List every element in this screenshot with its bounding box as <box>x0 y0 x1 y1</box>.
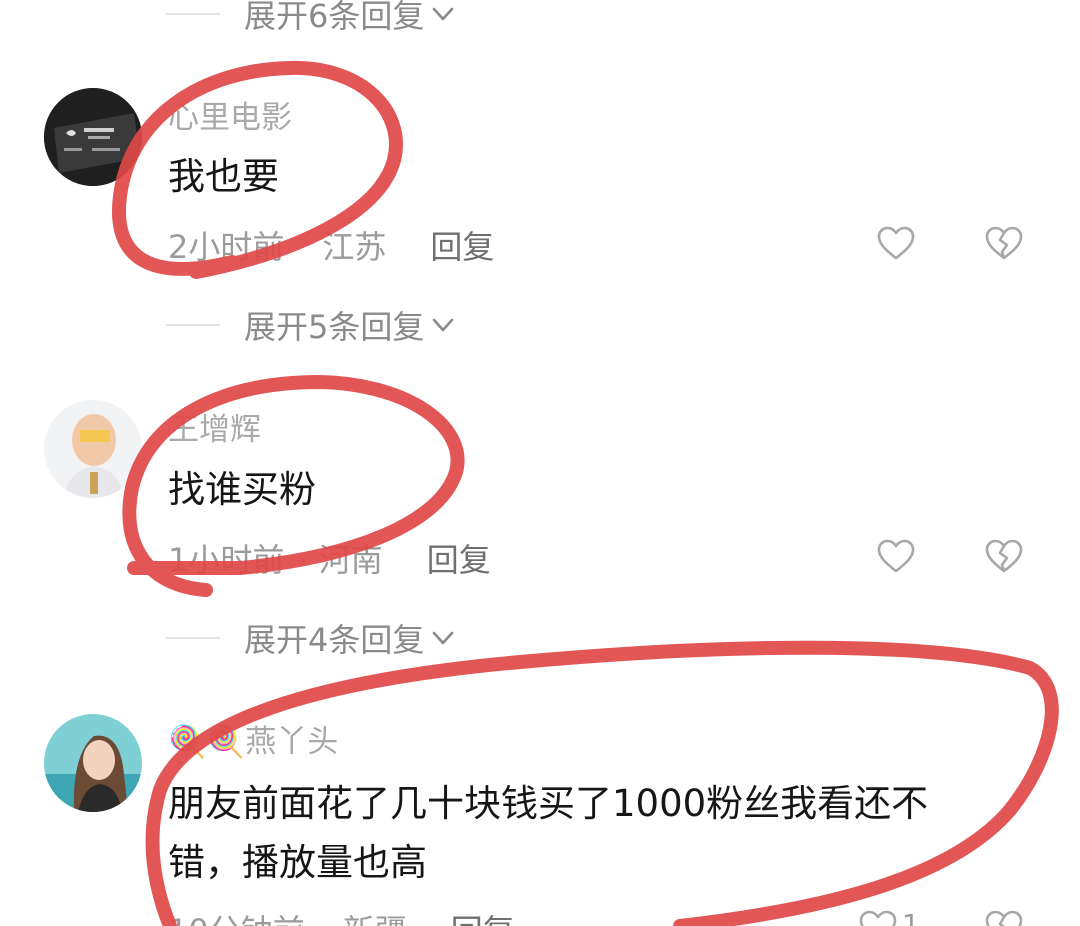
location: 新疆 <box>343 912 407 926</box>
divider <box>166 13 220 15</box>
chevron-down-icon <box>433 631 454 645</box>
comment-feed: 展开6条回复 心里电影 我也要 2小时前 江苏 回复 展开5条回复 王增辉 找谁… <box>0 0 1080 926</box>
avatar-image <box>44 714 142 812</box>
reply-button[interactable]: 回复 <box>451 912 515 926</box>
heart-icon[interactable] <box>876 224 916 264</box>
reply-button[interactable]: 回复 <box>430 228 494 266</box>
avatar-image <box>44 400 142 498</box>
username[interactable]: 🍭🍭燕丫头 <box>168 716 338 761</box>
comment-text: 我也要 <box>168 155 279 198</box>
comment-meta: 2小时前 江苏 回复 <box>168 222 494 268</box>
comment-meta: 10分钟前 新疆 回复 <box>168 906 515 926</box>
heart-icon[interactable] <box>876 537 916 577</box>
chevron-down-icon <box>433 318 454 332</box>
avatar[interactable] <box>44 714 142 812</box>
username[interactable]: 心里电影 <box>168 92 292 137</box>
expand-replies-label: 展开6条回复 <box>244 0 425 35</box>
expand-replies-button[interactable]: 展开5条回复 <box>166 305 456 346</box>
location: · 河南 <box>298 541 383 579</box>
expand-replies-button[interactable]: 展开6条回复 <box>166 0 456 35</box>
chevron-down-icon <box>433 7 454 21</box>
divider <box>166 324 220 326</box>
timestamp: 1小时前 <box>168 541 285 579</box>
avatar-image <box>44 88 142 186</box>
broken-heart-icon[interactable] <box>984 537 1024 577</box>
comment-text-line-1: 朋友前面花了几十块钱买了1000粉丝我看还不 <box>168 782 929 825</box>
expand-replies-label: 展开5条回复 <box>244 308 425 346</box>
heart-icon[interactable] <box>858 908 898 926</box>
expand-replies-label: 展开4条回复 <box>244 621 425 659</box>
broken-heart-icon[interactable] <box>984 224 1024 264</box>
divider <box>166 637 220 639</box>
username[interactable]: 王增辉 <box>168 404 261 449</box>
location: 江苏 <box>322 228 387 266</box>
comment-text-line-2: 错，播放量也高 <box>168 841 427 884</box>
expand-replies-button[interactable]: 展开4条回复 <box>166 618 456 659</box>
avatar[interactable] <box>44 400 142 498</box>
timestamp: 10分钟前 <box>168 912 305 926</box>
like-count: 1 <box>902 908 920 926</box>
comment-text: 找谁买粉 <box>168 468 316 511</box>
broken-heart-icon[interactable] <box>984 908 1024 926</box>
reply-button[interactable]: 回复 <box>427 541 491 579</box>
avatar[interactable] <box>44 88 142 186</box>
timestamp: 2小时前 <box>168 228 285 266</box>
comment-meta: 1小时前 · 河南 回复 <box>168 535 491 581</box>
